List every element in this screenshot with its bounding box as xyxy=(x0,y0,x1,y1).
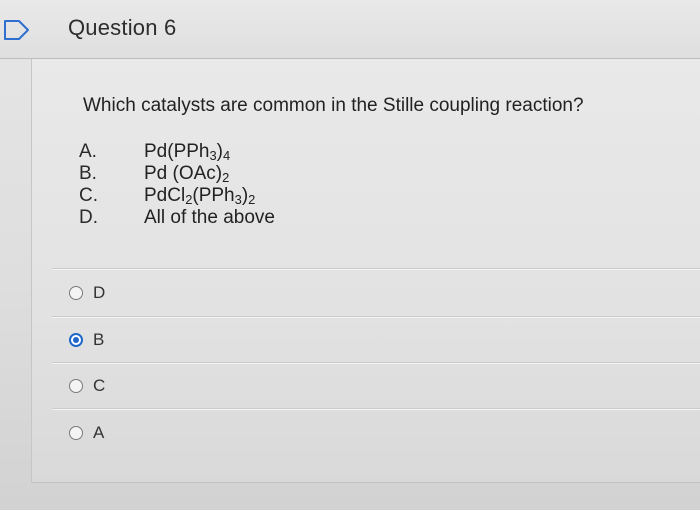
radio-button[interactable] xyxy=(69,379,83,393)
flag-icon[interactable] xyxy=(2,18,32,42)
answer-divider xyxy=(52,362,700,363)
answer-label: A xyxy=(93,423,105,442)
choice-text: Pd(PPh3)4 xyxy=(144,141,231,164)
question-header: Question 6 xyxy=(0,0,700,59)
choice-text: Pd (OAc)2 xyxy=(144,163,230,186)
answer-option-c[interactable]: C xyxy=(62,373,662,403)
choice-letter: A. xyxy=(79,141,97,162)
question-title: Question 6 xyxy=(68,15,177,40)
answer-label: C xyxy=(93,376,106,395)
answer-option-b[interactable]: B xyxy=(62,327,662,357)
answer-option-d[interactable]: D xyxy=(62,280,662,310)
choice-letter: D. xyxy=(79,207,98,228)
answer-label: D xyxy=(93,283,106,302)
question-text: Which catalysts are common in the Stille… xyxy=(83,95,584,116)
answer-divider xyxy=(52,408,700,409)
choice-letter: B. xyxy=(79,163,97,184)
choice-text: PdCl2(PPh3)2 xyxy=(144,185,256,208)
answer-label: B xyxy=(93,330,105,349)
radio-button-selected[interactable] xyxy=(69,333,83,347)
choice-text: All of the above xyxy=(144,207,275,228)
choice-letter: C. xyxy=(79,185,98,206)
radio-button[interactable] xyxy=(69,426,83,440)
radio-button[interactable] xyxy=(69,286,83,300)
answer-option-a[interactable]: A xyxy=(62,420,662,450)
answer-divider xyxy=(52,316,700,317)
answer-divider xyxy=(52,268,700,269)
